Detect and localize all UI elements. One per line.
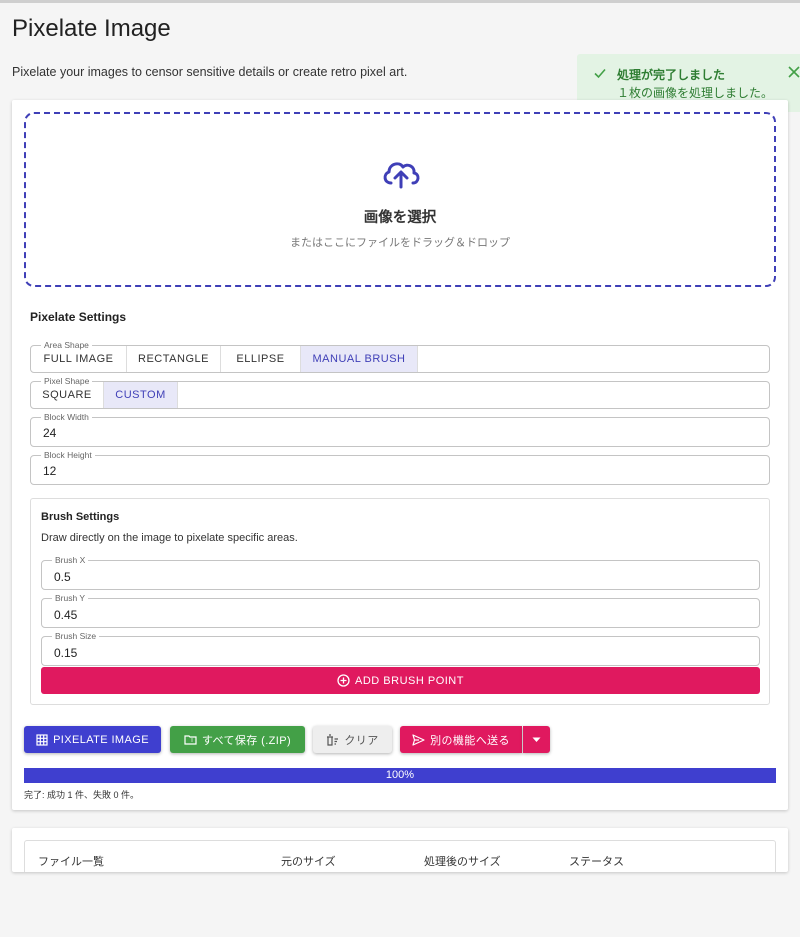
area-shape-group: Area Shape FULL IMAGE RECTANGLE ELLIPSE …	[30, 339, 770, 373]
area-shape-manual-brush[interactable]: MANUAL BRUSH	[301, 346, 418, 372]
block-width-label: Block Width	[41, 411, 92, 423]
settings-title: Pixelate Settings	[30, 310, 127, 324]
block-height-field[interactable]: Block Height 12	[30, 449, 770, 485]
close-icon[interactable]	[787, 65, 800, 79]
caret-down-icon	[532, 737, 541, 743]
progress-label: 100%	[385, 769, 415, 781]
folder-zip-icon	[184, 734, 197, 745]
brush-x-field[interactable]: Brush X 0.5	[41, 554, 760, 590]
page-title: Pixelate Image	[12, 15, 171, 42]
toast-message: １枚の画像を処理しました。	[617, 86, 774, 100]
pixel-shape-custom[interactable]: CUSTOM	[104, 382, 178, 408]
block-height-value[interactable]: 12	[43, 464, 56, 478]
progress-status: 完了: 成功 1 件、失敗 0 件。	[24, 790, 140, 800]
clear-button[interactable]: クリア	[313, 726, 392, 753]
file-list-card: ファイル一覧 元のサイズ 処理後のサイズ ステータス	[12, 828, 788, 872]
pixelate-image-button[interactable]: PIXELATE IMAGE	[24, 726, 161, 753]
send-to-feature-label: 別の機能へ送る	[430, 734, 510, 747]
brush-y-field[interactable]: Brush Y 0.45	[41, 592, 760, 628]
pixel-shape-group: Pixel Shape SQUARE CUSTOM	[30, 375, 770, 409]
save-all-zip-label: すべて保存 (.ZIP)	[201, 734, 292, 747]
area-shape-full-image[interactable]: FULL IMAGE	[31, 346, 127, 372]
brush-y-label: Brush Y	[52, 592, 89, 604]
dropzone-subtitle: またはここにファイルをドラッグ＆ドロップ	[290, 237, 510, 249]
brush-size-value[interactable]: 0.15	[54, 646, 77, 660]
add-circle-icon	[337, 674, 350, 687]
file-table-header: 元のサイズ	[281, 856, 336, 868]
clear-label: クリア	[344, 734, 379, 747]
brush-x-label: Brush X	[52, 554, 89, 566]
file-table-header: ステータス	[569, 856, 624, 868]
block-height-label: Block Height	[41, 449, 95, 461]
progress-bar: 100%	[24, 768, 776, 783]
brush-x-value[interactable]: 0.5	[54, 570, 71, 584]
delete-sweep-icon	[326, 733, 339, 746]
file-table-header: ファイル一覧	[38, 856, 104, 868]
pixel-shape-square[interactable]: SQUARE	[31, 382, 104, 408]
file-table-header: 処理後のサイズ	[424, 856, 501, 868]
add-brush-point-button[interactable]: ADD BRUSH POINT	[41, 667, 760, 694]
page-subtitle: Pixelate your images to censor sensitive…	[12, 65, 408, 79]
main-card: 画像を選択 またはここにファイルをドラッグ＆ドロップ Pixelate Sett…	[12, 100, 788, 810]
add-brush-point-label: ADD BRUSH POINT	[355, 674, 464, 687]
brush-size-label: Brush Size	[52, 630, 100, 642]
block-width-value[interactable]: 24	[43, 426, 56, 440]
brush-settings-panel: Brush Settings Draw directly on the imag…	[30, 498, 770, 705]
image-dropzone[interactable]: 画像を選択 またはここにファイルをドラッグ＆ドロップ	[24, 112, 776, 287]
pixelate-image-label: PIXELATE IMAGE	[53, 733, 149, 746]
area-shape-rectangle[interactable]: RECTANGLE	[127, 346, 221, 372]
send-icon	[412, 733, 425, 746]
save-all-zip-button[interactable]: すべて保存 (.ZIP)	[170, 726, 305, 753]
brush-y-value[interactable]: 0.45	[54, 608, 77, 622]
brush-settings-title: Brush Settings	[41, 511, 120, 523]
send-to-feature-button[interactable]: 別の機能へ送る	[400, 726, 522, 753]
brush-settings-description: Draw directly on the image to pixelate s…	[41, 532, 298, 544]
grid-icon	[36, 733, 48, 746]
brush-size-field[interactable]: Brush Size 0.15	[41, 630, 760, 666]
dropzone-title: 画像を選択	[363, 210, 437, 226]
send-options-dropdown-button[interactable]	[523, 726, 550, 753]
toast-title: 処理が完了しました	[617, 68, 726, 82]
area-shape-ellipse[interactable]: ELLIPSE	[221, 346, 301, 372]
cloud-upload-icon	[380, 156, 422, 190]
check-icon	[593, 66, 607, 80]
file-table: ファイル一覧 元のサイズ 処理後のサイズ ステータス	[24, 840, 776, 872]
block-width-field[interactable]: Block Width 24	[30, 411, 770, 447]
